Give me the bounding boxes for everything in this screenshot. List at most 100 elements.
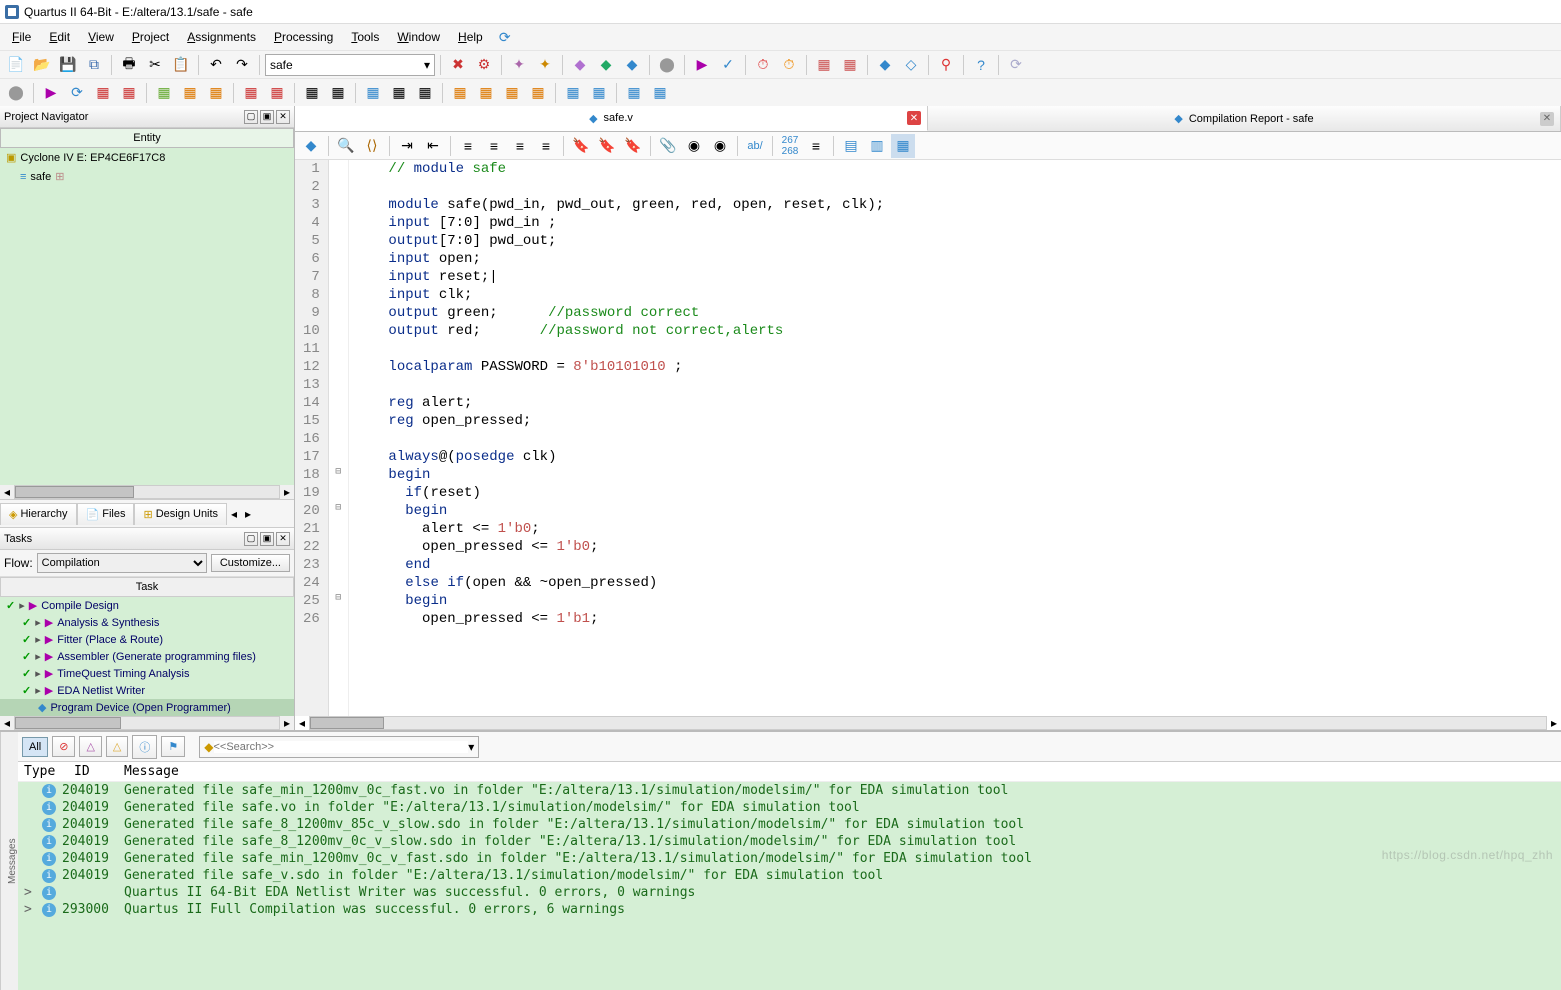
tb-icon[interactable]: ⚲ <box>934 53 958 77</box>
scroll-left-icon[interactable]: ◂ <box>0 716 14 730</box>
code-line[interactable]: input reset;| <box>355 268 1561 286</box>
layout-icon[interactable]: ▥ <box>865 134 889 158</box>
undo-icon[interactable]: ↶ <box>204 53 228 77</box>
message-row[interactable]: i204019Generated file safe_8_1200mv_0c_v… <box>18 833 1561 850</box>
tb-icon[interactable]: ✖ <box>446 53 470 77</box>
copy-icon[interactable]: 📋 <box>169 53 193 77</box>
bookmark-icon[interactable]: 🔖 <box>595 134 619 158</box>
customize-button[interactable]: Customize... <box>211 554 290 572</box>
feedback-icon[interactable]: ⟳ <box>493 25 517 49</box>
menu-assignments[interactable]: Assignments <box>179 27 264 47</box>
layout-icon[interactable]: ▦ <box>891 134 915 158</box>
tb-icon[interactable]: ▦ <box>300 81 324 105</box>
editor-hscroll[interactable]: ◂ ▸ <box>295 716 1561 730</box>
task-analysis-synthesis[interactable]: ✓▸▶Analysis & Synthesis <box>0 614 294 631</box>
nav-icon[interactable]: ◆ <box>299 134 323 158</box>
expand-icon[interactable]: ▸ <box>19 599 25 612</box>
task-compile-design[interactable]: ✓▸▶Compile Design <box>0 597 294 614</box>
stop-icon[interactable]: ⬤ <box>4 81 28 105</box>
dock-icon[interactable]: ▣ <box>260 110 274 124</box>
find-icon[interactable]: 🔍 <box>334 134 358 158</box>
fold-marker[interactable]: ⊟ <box>329 502 348 520</box>
tb-icon[interactable]: ▦ <box>178 81 202 105</box>
expand-icon[interactable]: ▸ <box>35 684 41 697</box>
compile-icon[interactable]: ◆ <box>594 53 618 77</box>
tb-icon[interactable]: ▦ <box>413 81 437 105</box>
tab-scroll-left[interactable]: ◂ <box>227 507 241 521</box>
task-eda-netlist-writer[interactable]: ✓▸▶EDA Netlist Writer <box>0 682 294 699</box>
layout-icon[interactable]: ▤ <box>839 134 863 158</box>
task-assembler-generate-programming[interactable]: ✓▸▶Assembler (Generate programming files… <box>0 648 294 665</box>
tb-icon[interactable]: ▦ <box>91 81 115 105</box>
stop-icon[interactable]: ⬤ <box>655 53 679 77</box>
tb-icon[interactable]: ▦ <box>152 81 176 105</box>
play-icon[interactable]: ▶ <box>690 53 714 77</box>
expand-icon[interactable]: ▸ <box>35 667 41 680</box>
tab-scroll-right[interactable]: ▸ <box>241 507 255 521</box>
timer-icon[interactable]: ⏱ <box>777 53 801 77</box>
open-icon[interactable]: 📂 <box>30 53 54 77</box>
new-icon[interactable]: 📄 <box>4 53 28 77</box>
nav-hscroll[interactable]: ◂ ▸ <box>0 485 294 499</box>
code-line[interactable] <box>355 430 1561 448</box>
code-line[interactable]: reg alert; <box>355 394 1561 412</box>
dropdown-icon[interactable]: ▾ <box>468 740 474 754</box>
flow-select[interactable]: Compilation <box>37 553 207 573</box>
code-line[interactable] <box>355 376 1561 394</box>
expand-icon[interactable]: ▸ <box>35 633 41 646</box>
menu-tools[interactable]: Tools <box>343 27 387 47</box>
search-input[interactable] <box>214 741 469 753</box>
dock-icon[interactable]: ▣ <box>260 532 274 546</box>
fold-marker[interactable]: ⊟ <box>329 592 348 610</box>
code-line[interactable]: input [7:0] pwd_in ; <box>355 214 1561 232</box>
message-row[interactable]: i204019Generated file safe.vo in folder … <box>18 799 1561 816</box>
code-line[interactable]: module safe(pwd_in, pwd_out, green, red,… <box>355 196 1561 214</box>
tb-icon[interactable]: ▦ <box>622 81 646 105</box>
menu-window[interactable]: Window <box>389 27 448 47</box>
expand-icon[interactable]: ▸ <box>35 616 41 629</box>
close-tab-icon[interactable]: ✕ <box>1540 112 1554 126</box>
save-icon[interactable]: 💾 <box>56 53 80 77</box>
tb-icon[interactable]: ab/ <box>743 134 767 158</box>
task-tree[interactable]: ✓▸▶Compile Design✓▸▶Analysis & Synthesis… <box>0 597 294 716</box>
task-fitter-place-route-[interactable]: ✓▸▶Fitter (Place & Route) <box>0 631 294 648</box>
filter-all-button[interactable]: All <box>22 737 48 757</box>
pin-icon[interactable]: ▢ <box>244 532 258 546</box>
filter-info-button[interactable]: ⓘ <box>132 735 157 759</box>
tb-icon[interactable]: ▦ <box>265 81 289 105</box>
menu-help[interactable]: Help <box>450 27 491 47</box>
scroll-right-icon[interactable]: ▸ <box>280 716 294 730</box>
tb-icon[interactable]: ✓ <box>716 53 740 77</box>
bookmark-icon[interactable]: 🔖 <box>569 134 593 158</box>
code-line[interactable]: localparam PASSWORD = 8'b10101010 ; <box>355 358 1561 376</box>
file-tab[interactable]: ◆safe.v✕ <box>295 106 928 131</box>
tb-icon[interactable]: ▦ <box>204 81 228 105</box>
code-line[interactable]: input clk; <box>355 286 1561 304</box>
code-line[interactable]: open_pressed <= 1'b0; <box>355 538 1561 556</box>
help-icon[interactable]: ? <box>969 53 993 77</box>
tb-icon[interactable]: ◉ <box>708 134 732 158</box>
filter-warning-button[interactable]: △ <box>106 736 128 757</box>
messages-list[interactable]: i204019Generated file safe_min_1200mv_0c… <box>18 782 1561 990</box>
menu-view[interactable]: View <box>80 27 122 47</box>
tb-icon[interactable]: ≡ <box>534 134 558 158</box>
code-line[interactable]: input open; <box>355 250 1561 268</box>
tb-icon[interactable]: ⟳ <box>1004 53 1028 77</box>
scroll-left-icon[interactable]: ◂ <box>0 485 14 499</box>
pin-icon[interactable]: ▢ <box>244 110 258 124</box>
code-editor[interactable]: 1234567891011121314151617181920212223242… <box>295 160 1561 716</box>
message-row[interactable]: >iQuartus II 64-Bit EDA Netlist Writer w… <box>18 884 1561 901</box>
code-line[interactable]: open_pressed <= 1'b1; <box>355 610 1561 628</box>
clip-icon[interactable]: 📎 <box>656 134 680 158</box>
code-line[interactable]: // module safe <box>355 160 1561 178</box>
code-line[interactable]: begin <box>355 502 1561 520</box>
tb-icon[interactable]: ▦ <box>361 81 385 105</box>
nav-tab-hierarchy[interactable]: ◈Hierarchy <box>0 503 77 525</box>
tb-icon[interactable]: ≡ <box>804 134 828 158</box>
find-icon[interactable]: ⟨⟩ <box>360 134 384 158</box>
message-row[interactable]: i204019Generated file safe_min_1200mv_0c… <box>18 782 1561 799</box>
nav-tree[interactable]: ▣ Cyclone IV E: EP4CE6F17C8 ≡ safe ⊞ <box>0 148 294 485</box>
code-line[interactable]: output green; //password correct <box>355 304 1561 322</box>
chip-icon[interactable]: ▦ <box>838 53 862 77</box>
chip-icon[interactable]: ▦ <box>812 53 836 77</box>
